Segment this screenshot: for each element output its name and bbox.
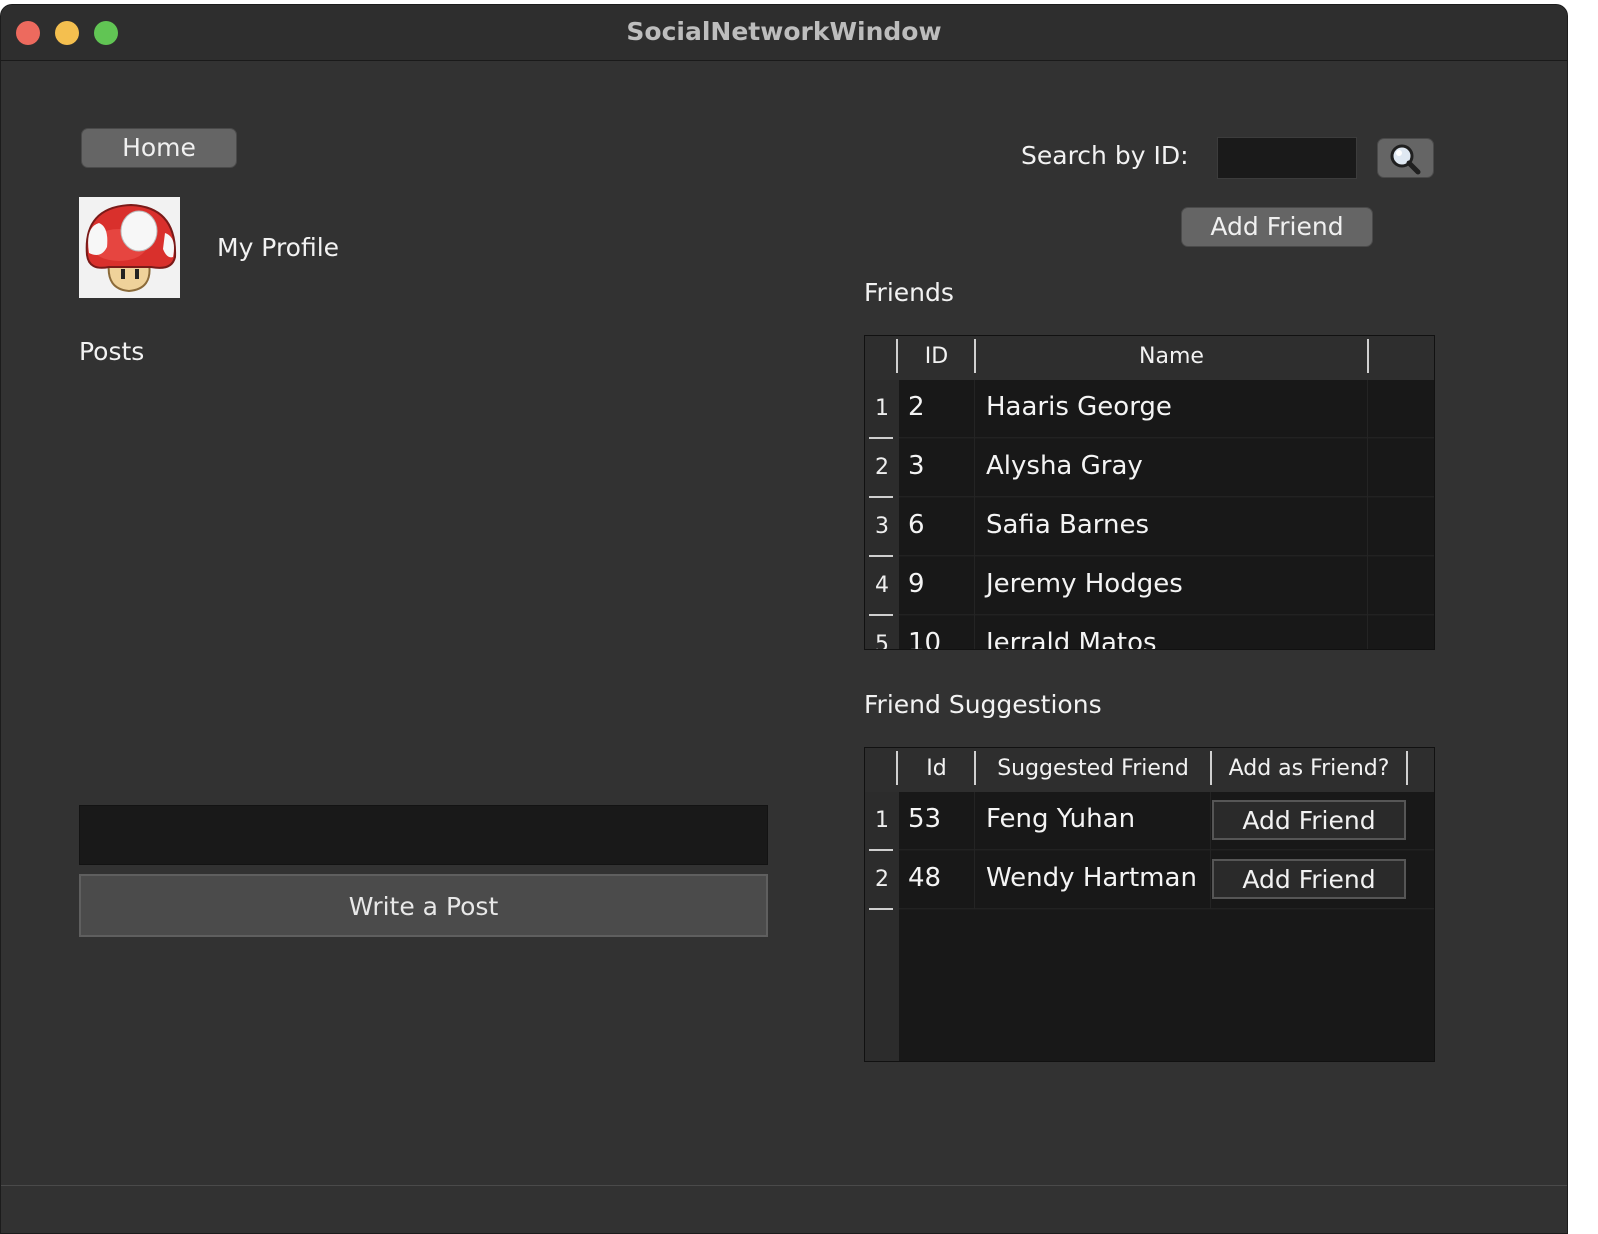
- search-label: Search by ID:: [1021, 141, 1189, 170]
- column-header-id[interactable]: Id: [899, 756, 974, 781]
- friends-table-header: ID Name: [865, 336, 1434, 380]
- bottom-divider: [1, 1185, 1567, 1186]
- row-divider: [869, 614, 893, 616]
- friend-suggestions-table[interactable]: Id Suggested Friend Add as Friend? 1 53 …: [864, 747, 1435, 1062]
- column-divider: [974, 380, 975, 649]
- suggested-friend-id: 53: [908, 804, 942, 834]
- home-button[interactable]: Home: [81, 128, 237, 168]
- suggestions-table-header: Id Suggested Friend Add as Friend?: [865, 748, 1434, 792]
- write-post-button[interactable]: Write a Post: [79, 874, 768, 937]
- column-separator[interactable]: [896, 339, 898, 373]
- suggested-friend-name: Feng Yuhan: [986, 804, 1136, 834]
- suggested-friend-id: 48: [908, 863, 942, 893]
- add-suggested-friend-button[interactable]: Add Friend: [1212, 859, 1406, 899]
- row-divider: [869, 496, 893, 498]
- row-number[interactable]: 1: [865, 808, 899, 833]
- avatar[interactable]: [79, 197, 180, 298]
- table-row[interactable]: [899, 616, 1434, 649]
- column-divider: [1210, 792, 1211, 909]
- row-number[interactable]: 5: [865, 632, 899, 649]
- friends-table[interactable]: ID Name 1 2 Haaris George 2 3 Alysha Gra…: [864, 335, 1435, 650]
- column-separator[interactable]: [896, 751, 898, 785]
- row-divider: [869, 849, 893, 851]
- column-header-add-as-friend[interactable]: Add as Friend?: [1212, 756, 1406, 781]
- column-header-name[interactable]: Name: [976, 344, 1367, 369]
- friend-name: Jeremy Hodges: [986, 569, 1183, 599]
- table-row[interactable]: [899, 498, 1434, 556]
- row-number[interactable]: 2: [865, 867, 899, 892]
- main-window: SocialNetworkWindow Home My Profile Post…: [0, 4, 1568, 1234]
- friend-name: Safia Barnes: [986, 510, 1150, 540]
- friend-name: Jerrald Matos: [986, 628, 1157, 650]
- row-number[interactable]: 1: [865, 396, 899, 421]
- column-separator[interactable]: [1406, 751, 1408, 785]
- column-separator[interactable]: [1367, 339, 1369, 373]
- friend-id: 9: [908, 569, 925, 599]
- row-number[interactable]: 3: [865, 514, 899, 539]
- search-id-input[interactable]: [1217, 137, 1357, 179]
- friend-suggestions-heading: Friend Suggestions: [864, 690, 1102, 719]
- suggested-friend-name: Wendy Hartman: [986, 863, 1197, 893]
- friends-heading: Friends: [864, 278, 954, 307]
- friend-name: Haaris George: [986, 392, 1172, 422]
- window-title: SocialNetworkWindow: [626, 17, 942, 46]
- column-divider: [974, 792, 975, 909]
- title-bar: SocialNetworkWindow: [1, 5, 1567, 61]
- friend-name: Alysha Gray: [986, 451, 1143, 481]
- search-button[interactable]: [1377, 138, 1434, 178]
- column-header-id[interactable]: ID: [899, 344, 974, 369]
- add-friend-button[interactable]: Add Friend: [1181, 207, 1373, 247]
- add-suggested-friend-button[interactable]: Add Friend: [1212, 800, 1406, 840]
- row-divider: [869, 437, 893, 439]
- mushroom-icon: [79, 197, 180, 298]
- row-divider: [869, 908, 893, 910]
- row-number[interactable]: 4: [865, 573, 899, 598]
- posts-heading: Posts: [79, 337, 145, 366]
- table-row[interactable]: [899, 439, 1434, 497]
- friend-id: 2: [908, 392, 925, 422]
- post-text-input[interactable]: [79, 805, 768, 865]
- column-header-suggested-friend[interactable]: Suggested Friend: [976, 756, 1210, 781]
- friend-id: 6: [908, 510, 925, 540]
- row-number[interactable]: 2: [865, 455, 899, 480]
- search-icon: [1390, 144, 1421, 175]
- row-divider: [869, 555, 893, 557]
- my-profile-label[interactable]: My Profile: [217, 233, 339, 262]
- empty-table-area: [899, 910, 1434, 1061]
- column-divider: [1367, 380, 1368, 649]
- friend-id: 10: [908, 628, 942, 650]
- friend-id: 3: [908, 451, 925, 481]
